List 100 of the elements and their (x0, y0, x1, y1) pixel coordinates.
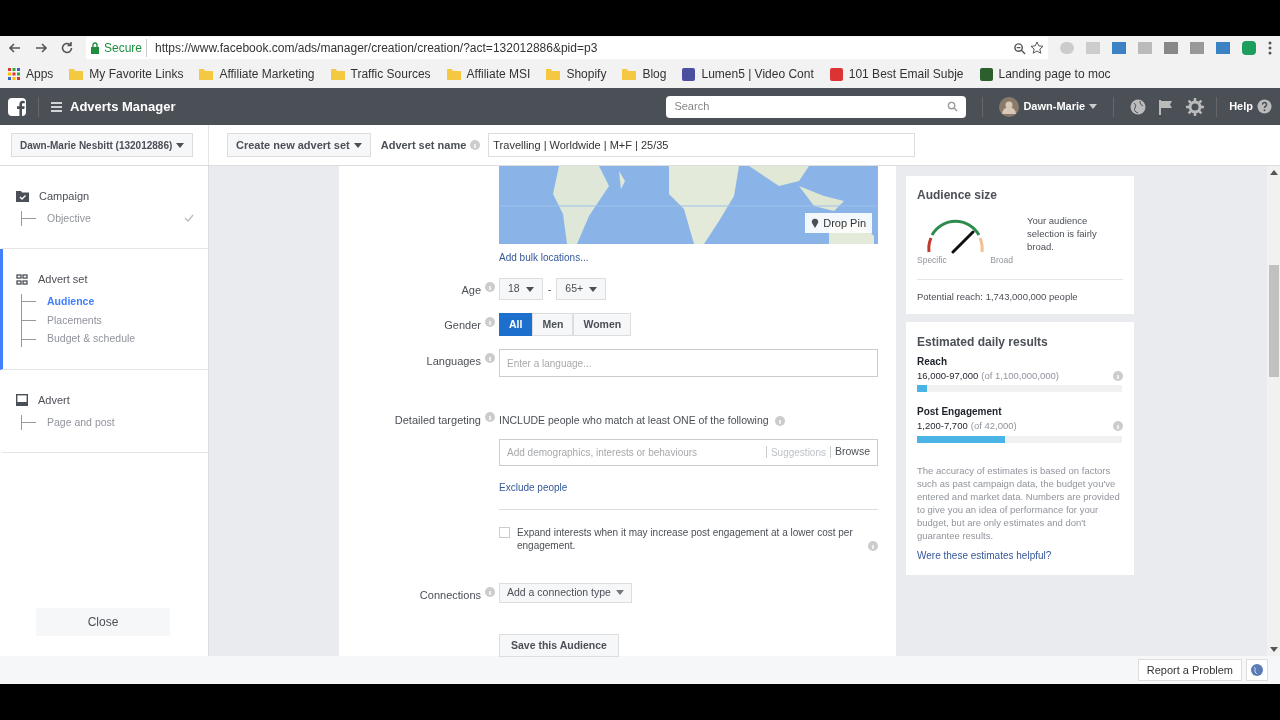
info-icon (485, 353, 495, 363)
browse-button[interactable]: Browse (835, 444, 870, 461)
close-button[interactable]: Close (36, 608, 170, 636)
bookmark[interactable]: Blog (622, 65, 667, 83)
gender-option[interactable]: Men (532, 313, 574, 336)
bookmark[interactable]: 101 Best Email Subje (829, 65, 964, 83)
language-button[interactable] (1246, 659, 1268, 681)
metric-name: Reach (917, 355, 948, 369)
facebook-logo[interactable] (8, 97, 26, 116)
metric-range: 16,000-97,000 (917, 369, 979, 383)
disclaimer-text: The accuracy of estimates is based on factors such as past campaign data, the budget you've entered and market data. Numbers are provided to give you an idea of performance for your budget, but are only estimates and don't guarantee results. (917, 463, 1121, 542)
field-label: Gender (444, 318, 481, 333)
scrollbar-thumb[interactable] (1268, 265, 1279, 377)
info-icon (774, 415, 785, 426)
section-title[interactable]: Campaign (39, 188, 90, 205)
lock-icon (90, 42, 100, 54)
scrollbar[interactable] (1267, 166, 1280, 656)
info-icon (485, 282, 495, 292)
bookmark[interactable]: Affiliate MSI (446, 65, 531, 83)
search-field[interactable]: Search (666, 95, 967, 118)
account-menu[interactable]: Dawn-Marie (999, 96, 1098, 117)
account-dropdown[interactable]: Dawn-Marie Nesbitt (132012886) (11, 133, 194, 157)
metric-range: 1,200-7,700 (917, 419, 968, 434)
bookmark[interactable]: Shopify (546, 65, 607, 83)
search-icon[interactable] (947, 101, 959, 112)
connection-type-dropdown[interactable]: Add a connection type (499, 582, 632, 603)
adset-name-field[interactable]: Travelling | Worldwide | M+F | 25/35 (488, 133, 916, 157)
potential-reach-text: Potential reach: 1,743,000,000 people (917, 289, 1079, 304)
site-icon (979, 67, 993, 81)
field-label: Detailed targeting (394, 413, 481, 428)
globe-icon (1251, 664, 1263, 676)
help-icon (1257, 99, 1272, 114)
card-title: Audience size (917, 187, 999, 204)
flag-icon[interactable] (1158, 98, 1175, 115)
menu-icon[interactable] (51, 101, 62, 112)
metric-name: Post Engagement (917, 405, 1003, 420)
address-bar[interactable]: Secure https://www.facebook.com/ads/manager/creation/creation/?act=132012886&pid=p3 (86, 37, 1048, 59)
field-label: Age (461, 283, 481, 298)
bookmark[interactable]: Landing page to moc (979, 65, 1111, 83)
age-dropdown[interactable]: 65+ (556, 278, 607, 300)
info-icon (485, 317, 495, 327)
scroll-up-icon[interactable] (1269, 170, 1278, 175)
bookmark[interactable]: Apps (8, 65, 54, 83)
folder-icon (69, 68, 84, 80)
star-icon[interactable] (1030, 41, 1044, 55)
bookmark[interactable]: My Favorite Links (69, 65, 184, 83)
avatar-icon (999, 96, 1020, 117)
gender-option[interactable]: All (499, 313, 533, 336)
caret-icon (525, 286, 534, 292)
folder-icon (622, 68, 637, 80)
gender-option[interactable]: Women (573, 313, 632, 336)
section-title[interactable]: Advert (38, 392, 70, 409)
url-text: https://www.facebook.com/ads/manager/creation/creation/?act=132012886&pid=p3 (154, 40, 598, 57)
expand-interests-text: Expand interests when it may increase post engagement at a lower cost per engagement. (517, 525, 854, 552)
apps-icon (8, 68, 20, 80)
language-field[interactable]: Enter a language... (499, 349, 878, 377)
audience-description: Your audience selection is fairly broad. (1027, 214, 1098, 254)
caret-icon (353, 142, 362, 148)
info-icon (1113, 421, 1123, 432)
forward-icon[interactable] (34, 41, 48, 55)
info-icon (485, 412, 495, 422)
grid-icon (16, 273, 28, 286)
bookmark[interactable]: Traffic Sources (330, 65, 431, 83)
folder-icon (446, 68, 461, 80)
report-problem-button[interactable]: Report a Problem (1137, 659, 1242, 681)
gauge-label: Specific (917, 254, 947, 267)
section-title[interactable]: Advert set (38, 271, 88, 288)
caret-icon (176, 142, 185, 148)
globe-icon[interactable] (1130, 98, 1147, 115)
bulk-locations-link[interactable]: Add bulk locations... (499, 250, 589, 265)
create-adset-dropdown[interactable]: Create new advert set (227, 133, 371, 157)
field-label: Languages (426, 354, 481, 369)
info-icon (1113, 371, 1123, 382)
targeting-field[interactable]: Add demographics, interests or behaviours Suggestions Browse (499, 438, 878, 466)
bookmark[interactable]: Affiliate Marketing (199, 65, 315, 83)
save-audience-button[interactable]: Save this Audience (499, 634, 619, 658)
reload-icon[interactable] (60, 41, 74, 55)
scroll-down-icon[interactable] (1269, 647, 1278, 652)
drop-pin-button[interactable]: Drop Pin (805, 213, 872, 233)
zoom-icon[interactable] (1013, 41, 1026, 55)
info-icon (470, 140, 481, 150)
folder-icon (199, 68, 214, 80)
age-dropdown[interactable]: 18 (499, 278, 543, 300)
back-icon[interactable] (8, 41, 22, 55)
menu-icon[interactable] (1268, 41, 1272, 55)
settings-icon[interactable] (1186, 97, 1205, 116)
feedback-link[interactable]: Were these estimates helpful? (917, 547, 1052, 563)
search-input[interactable]: Search (666, 98, 940, 115)
bookmark[interactable]: Lumen5 | Video Cont (682, 65, 814, 83)
help-link[interactable]: Help (1229, 98, 1272, 115)
monitor-icon (16, 394, 28, 407)
site-icon (682, 67, 696, 81)
caret-icon (589, 286, 598, 292)
card-title: Estimated daily results (917, 334, 1049, 351)
checkbox[interactable] (499, 526, 510, 538)
nav-item[interactable]: Audience (47, 293, 95, 310)
site-icon (829, 67, 843, 81)
pin-icon (811, 218, 820, 228)
targeting-input[interactable]: Add demographics, interests or behaviours (507, 444, 762, 460)
exclude-people-link[interactable]: Exclude people (499, 479, 568, 495)
